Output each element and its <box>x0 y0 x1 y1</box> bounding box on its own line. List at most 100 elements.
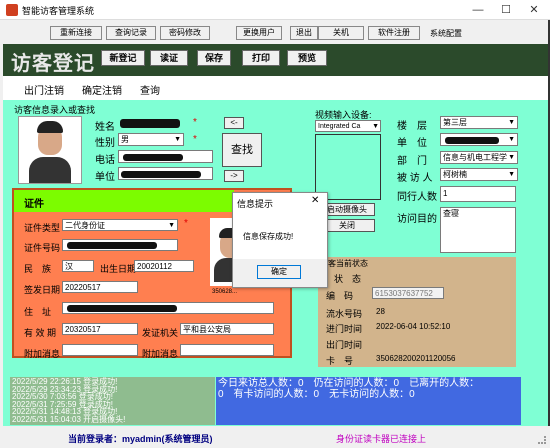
change-password-button[interactable]: 密码修改 <box>160 26 210 40</box>
name-required-mark: * <box>193 117 197 128</box>
minimize-button[interactable]: — <box>464 0 492 20</box>
maximize-button[interactable]: ☐ <box>492 0 520 20</box>
nav-logout[interactable]: 出门注销 <box>24 82 64 97</box>
arrow-right-button[interactable]: -> <box>224 170 244 182</box>
reconnect-button[interactable]: 重新连接 <box>50 26 102 40</box>
info-dialog: 信息提示 ✕ 信息保存成功! 确定 <box>232 192 328 288</box>
dept-label: 部 门 <box>397 156 427 167</box>
name-input[interactable] <box>118 117 186 130</box>
close-button[interactable]: ✕ <box>520 0 548 20</box>
dialog-close-button[interactable]: ✕ <box>311 195 319 206</box>
chevron-down-icon: ▼ <box>508 136 515 143</box>
birth-date-input[interactable]: 20020112 <box>134 260 194 272</box>
valid-until-input[interactable]: 20320517 <box>62 323 138 335</box>
company-label: 单位 <box>95 172 115 183</box>
extra-info-2-input[interactable] <box>180 344 274 356</box>
visitee-select[interactable]: 柯树楠 ▼ <box>440 168 518 181</box>
cert-number-label: 证件号码 <box>24 243 61 253</box>
app-icon <box>6 4 18 16</box>
status-bar: 当前登录者：myadmin(系统管理员) 身份证读卡器已连接上 <box>0 426 550 448</box>
companions-label: 同行人数 <box>397 192 437 203</box>
shutdown-button[interactable]: 关机 <box>318 26 364 40</box>
cert-type-select[interactable]: 二代身份证 ▼ <box>62 219 178 231</box>
dialog-footer: 确定 <box>233 259 327 287</box>
find-button[interactable]: 查找 <box>222 133 262 167</box>
issuing-authority-label: 发证机关 <box>142 328 179 338</box>
system-config-link[interactable]: 系统配置 <box>430 28 462 39</box>
address-label: 住 址 <box>24 307 52 317</box>
name-label: 姓名 <box>95 122 115 133</box>
stats-line-1: 今日来访总人数：0 仍在访问的人数：0 已离开的人数： <box>218 378 480 389</box>
exit-time-label: 出门时间 <box>326 340 363 350</box>
address-input[interactable] <box>62 302 274 314</box>
extra-info-1-input[interactable] <box>62 344 138 356</box>
chevron-down-icon: ▼ <box>372 121 379 131</box>
host-unit-select[interactable]: ▼ <box>440 133 518 146</box>
chevron-down-icon: ▼ <box>508 152 515 163</box>
card-number-label: 卡 号 <box>326 356 354 366</box>
print-button[interactable]: 打印 <box>242 50 280 66</box>
entry-time-value: 2022-06-04 10:52:10 <box>376 322 451 331</box>
issue-date-input[interactable]: 20220517 <box>62 281 138 293</box>
arrow-left-button[interactable]: <- <box>224 117 244 129</box>
issuing-authority-input[interactable]: 平和县公安局 <box>180 323 274 335</box>
software-register-button[interactable]: 软件注册 <box>368 26 420 40</box>
floor-select[interactable]: 第三层 ▼ <box>440 116 518 129</box>
change-user-button[interactable]: 更换用户 <box>236 26 282 40</box>
chevron-down-icon: ▼ <box>508 119 515 126</box>
visitee-label: 被 访 人 <box>397 173 433 184</box>
valid-until-label: 有 效 期 <box>24 328 57 338</box>
gender-required-mark: * <box>193 134 197 145</box>
title-bar: 智能访客管理系统 — ☐ ✕ <box>0 0 550 20</box>
card-number-value: 350628200201120056 <box>376 354 456 363</box>
dialog-body: 信息保存成功! <box>233 211 327 259</box>
chevron-down-icon: ▼ <box>168 222 175 229</box>
chevron-down-icon: ▼ <box>508 171 515 178</box>
cert-number-input[interactable] <box>62 239 178 251</box>
cert-type-label: 证件类型 <box>24 223 61 233</box>
query-records-button[interactable]: 查询记录 <box>106 26 156 40</box>
id-card-number-caption: 350628... <box>212 289 238 295</box>
code-label: 编 码 <box>326 291 354 301</box>
log-entry: 2022/5/31 15:04:03 开启摄像头! <box>12 414 126 424</box>
verify-button[interactable]: 读证 <box>150 50 188 66</box>
window-title: 智能访客管理系统 <box>22 6 95 16</box>
issue-date-label: 签发日期 <box>24 285 61 295</box>
preview-button[interactable]: 预览 <box>287 50 327 66</box>
purpose-textarea[interactable]: 查寝 <box>440 207 516 253</box>
exit-button[interactable]: 退出 <box>290 26 318 40</box>
floor-label: 楼 层 <box>397 121 427 132</box>
dept-select[interactable]: 信息与机电工程学 ▼ <box>440 151 518 164</box>
serial-value: 28 <box>376 307 385 316</box>
gender-select[interactable]: 男 ▼ <box>118 133 184 146</box>
current-user-text: 当前登录者：myadmin(系统管理员) <box>68 434 213 444</box>
visitor-section-label: 访客信息录入或查找 <box>14 105 96 115</box>
extra-info-1-label: 附加消息 <box>24 349 61 359</box>
video-device-select[interactable]: Integrated Ca ▼ <box>315 120 381 132</box>
reader-status-text: 身份证读卡器已连接上 <box>336 434 427 444</box>
company-input[interactable] <box>118 167 213 180</box>
entry-time-label: 进门时间 <box>326 324 363 334</box>
new-register-button[interactable]: 新登记 <box>101 50 145 66</box>
ethnicity-label: 民 族 <box>24 264 52 274</box>
page-title: 访客登记 <box>11 51 95 75</box>
nav-confirm-logout[interactable]: 确定注销 <box>82 82 122 97</box>
cert-type-required-mark: * <box>184 218 188 229</box>
resize-grip-icon <box>538 436 546 444</box>
serial-label: 流水号码 <box>326 309 363 319</box>
dialog-ok-button[interactable]: 确定 <box>257 265 301 279</box>
extra-info-2-label: 附加消息 <box>142 349 179 359</box>
save-button[interactable]: 保存 <box>197 50 231 66</box>
stats-line-2: 0 有卡访问的人数：0 无卡访问的人数：0 <box>218 389 415 400</box>
certificate-header-title: 证件 <box>24 199 44 210</box>
phone-input[interactable] <box>118 150 213 163</box>
phone-label: 电话 <box>95 155 115 166</box>
dialog-title: 信息提示 <box>237 199 274 209</box>
host-unit-label: 单 位 <box>397 138 427 149</box>
event-log[interactable]: 2022/5/29 22:26:15 登录成功! 2022/5/29 23:34… <box>10 377 215 425</box>
code-input[interactable]: 6153037637752 <box>372 287 444 299</box>
birth-date-label: 出生日期 <box>100 264 137 274</box>
ethnicity-input[interactable]: 汉 <box>62 260 94 272</box>
nav-query[interactable]: 查询 <box>140 82 160 97</box>
companions-input[interactable]: 1 <box>440 186 516 202</box>
